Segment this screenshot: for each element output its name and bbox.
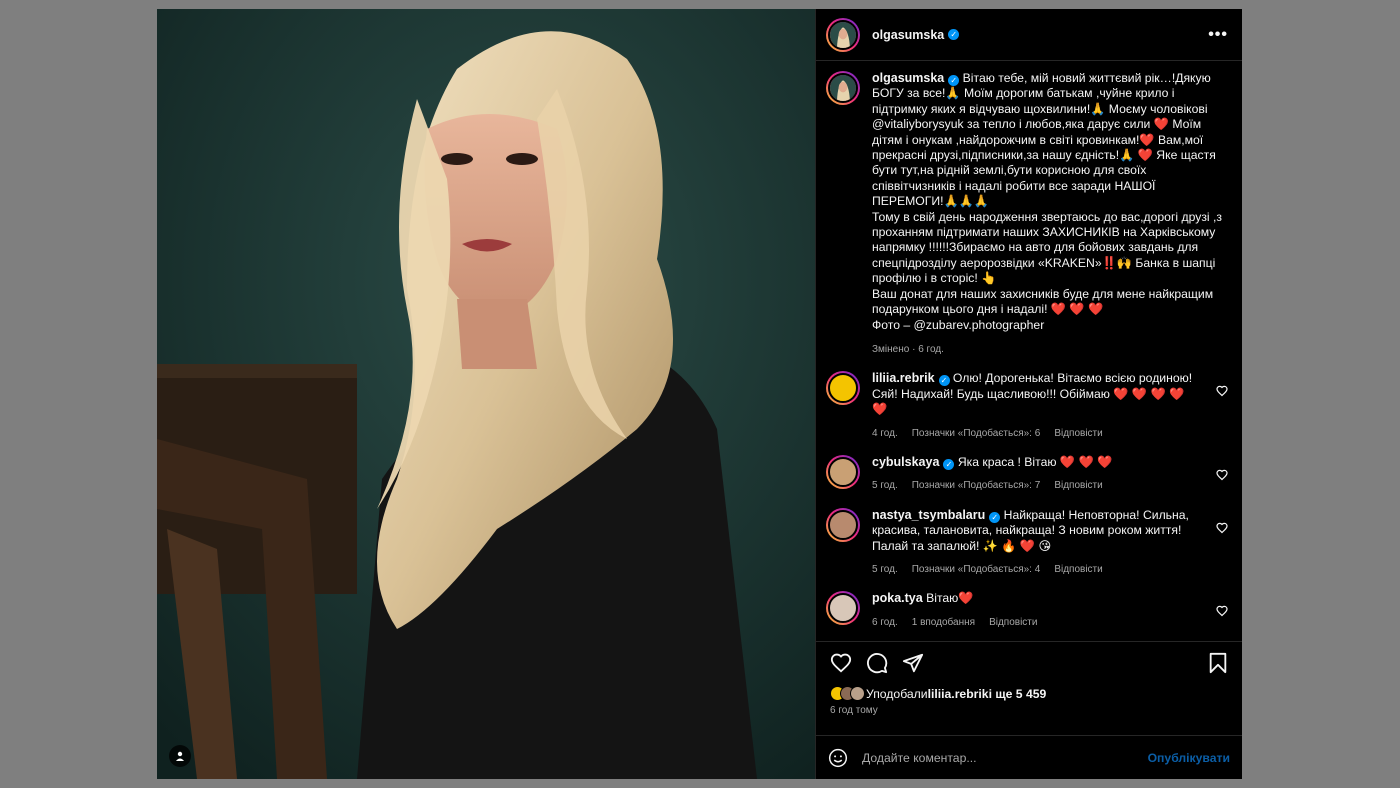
likes-count[interactable]: і ще 5 459	[989, 687, 1047, 701]
comment-text: nastya_tsymbalaru ✓ Найкраща! Неповторна!…	[872, 508, 1202, 554]
comment-bubble-icon[interactable]	[866, 652, 888, 674]
verified-badge-icon: ✓	[948, 75, 960, 86]
comment-likes[interactable]: Позначки «Подобається»: 6	[912, 426, 1041, 441]
save-bookmark-icon[interactable]	[1208, 652, 1228, 674]
comment-content: Яка краса ! Вітаю ❤️ ❤️ ❤️	[957, 454, 1113, 469]
more-options-icon[interactable]: •••	[1208, 26, 1228, 44]
post-sidebar: olgasumska ✓ ••• olgasumska ✓ Вітаю тебе…	[815, 9, 1242, 779]
post-actions: Уподобали liliia.rebrik і ще 5 459 6 год…	[816, 641, 1242, 749]
comment-meta: 4 год. Позначки «Подобається»: 6 Відповіст…	[872, 426, 1202, 441]
caption: olgasumska ✓ Вітаю тебе, мій новий життєв…	[826, 71, 1228, 357]
publish-button[interactable]: Опублікувати	[1148, 751, 1230, 765]
comments-scroll-area[interactable]: olgasumska ✓ Вітаю тебе, мій новий життєв…	[816, 61, 1242, 641]
comment-time: 5 год.	[872, 480, 898, 492]
caption-username[interactable]: olgasumska	[872, 71, 944, 85]
reply-button[interactable]: Відповісти	[1054, 426, 1102, 441]
commenter-username[interactable]: nastya_tsymbalaru	[872, 508, 985, 522]
comment-meta: 6 год. 1 вподобання Відповісти	[872, 615, 1202, 630]
likes-summary[interactable]: Уподобали liliia.rebrik і ще 5 459	[830, 686, 1228, 701]
comment-likes[interactable]: Позначки «Подобається»: 7	[912, 478, 1041, 493]
comment-text: poka.tya Вітаю❤️	[872, 591, 1202, 606]
post-image[interactable]	[157, 9, 815, 779]
verified-badge-icon: ✓	[943, 458, 955, 470]
post-modal: olgasumska ✓ ••• olgasumska ✓ Вітаю тебе…	[157, 9, 1242, 779]
comment-time: 4 год.	[872, 427, 898, 439]
commenter-username[interactable]: cybulskaya	[872, 455, 939, 469]
emoji-icon[interactable]	[828, 748, 848, 768]
comment-list: liliia.rebrik ✓ Олю! Дорогенька! Вітаємо …	[826, 371, 1228, 630]
verified-badge-icon: ✓	[948, 29, 960, 40]
person-icon	[176, 751, 184, 761]
author-username[interactable]: olgasumska	[872, 28, 944, 42]
commenter-avatar[interactable]	[826, 371, 860, 406]
verified-badge-icon: ✓	[938, 375, 950, 387]
comment-like-heart-icon[interactable]	[1216, 522, 1228, 534]
caption-meta: Змінено · 6 год.	[872, 343, 944, 355]
reply-button[interactable]: Відповісти	[1054, 562, 1102, 577]
reply-button[interactable]: Відповісти	[989, 615, 1037, 630]
caption-content: Вітаю тебе, мій новий життєвий рік…!Дяку…	[872, 71, 1223, 332]
comment-item: nastya_tsymbalaru ✓ Найкраща! Неповторна!…	[826, 507, 1228, 578]
comment-meta: 5 год. Позначки «Подобається»: 7 Відповіст…	[872, 478, 1202, 493]
likes-user[interactable]: liliia.rebrik	[928, 687, 989, 701]
comment-meta: 5 год. Позначки «Подобається»: 4 Відповіст…	[872, 562, 1202, 577]
comment-likes[interactable]: 1 вподобання	[912, 615, 975, 630]
likes-prefix: Уподобали	[866, 686, 928, 701]
comment-likes[interactable]: Позначки «Подобається»: 4	[912, 562, 1041, 577]
author-avatar[interactable]	[826, 17, 860, 52]
post-header: olgasumska ✓ •••	[816, 9, 1242, 61]
caption-text: olgasumska ✓ Вітаю тебе, мій новий життєв…	[872, 71, 1228, 333]
comment-like-heart-icon[interactable]	[1216, 469, 1228, 481]
comment-time: 5 год.	[872, 563, 898, 575]
commenter-username[interactable]: liliia.rebrik	[872, 371, 935, 385]
liker-avatars	[830, 686, 865, 701]
comment-item: cybulskaya ✓ Яка краса ! Вітаю ❤️ ❤️ ❤️ 5 …	[826, 454, 1228, 494]
comment-like-heart-icon[interactable]	[1216, 605, 1228, 617]
commenter-username[interactable]: poka.tya	[872, 591, 923, 605]
caption-avatar-image	[830, 75, 856, 101]
commenter-avatar[interactable]	[826, 454, 860, 489]
reply-button[interactable]: Відповісти	[1054, 478, 1102, 493]
portrait-illustration	[157, 9, 815, 779]
page: olgasumska ✓ ••• olgasumska ✓ Вітаю тебе…	[0, 0, 1400, 788]
commenter-avatar[interactable]	[826, 591, 860, 626]
author-avatar-image	[830, 21, 856, 48]
caption-author-avatar[interactable]	[826, 71, 860, 105]
commenter-avatar[interactable]	[826, 507, 860, 542]
tagged-people-button[interactable]	[169, 745, 191, 767]
verified-badge-icon: ✓	[989, 511, 1001, 523]
post-time: 6 год тому	[830, 705, 878, 716]
comment-item: liliia.rebrik ✓ Олю! Дорогенька! Вітаємо …	[826, 371, 1228, 441]
comment-time: 6 год.	[872, 616, 898, 628]
comment-text: liliia.rebrik ✓ Олю! Дорогенька! Вітаємо …	[872, 371, 1202, 417]
like-heart-icon[interactable]	[830, 652, 852, 674]
share-send-icon[interactable]	[902, 652, 924, 674]
comment-content: Вітаю❤️	[926, 591, 974, 606]
comment-input[interactable]: Додайте коментар...	[862, 751, 977, 765]
comment-like-heart-icon[interactable]	[1216, 385, 1228, 397]
add-comment-bar: Додайте коментар... Опублікувати	[816, 735, 1242, 779]
comment-text: cybulskaya ✓ Яка краса ! Вітаю ❤️ ❤️ ❤️	[872, 455, 1202, 470]
comment-item: poka.tya Вітаю❤️ 6 год. 1 вподобання Відпов…	[826, 591, 1228, 630]
